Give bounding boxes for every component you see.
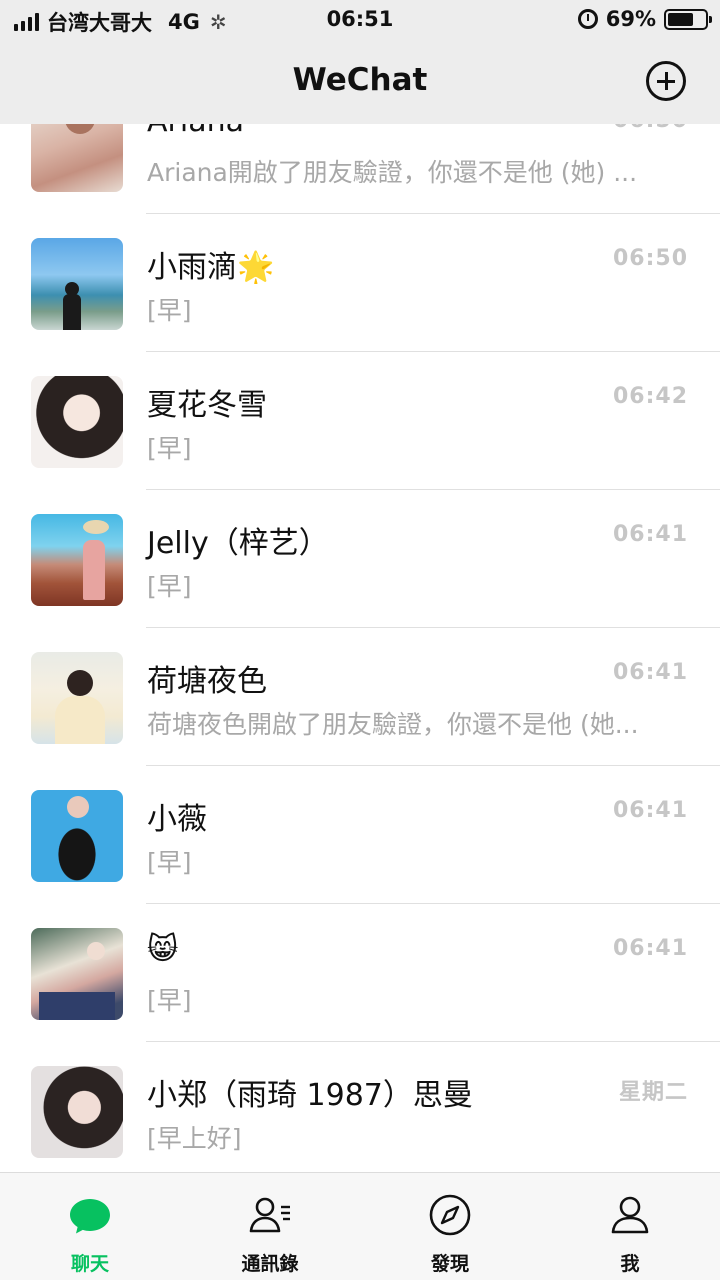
chat-bubble-icon: [70, 1199, 110, 1234]
chat-time: 06:41: [612, 660, 688, 685]
avatar: [31, 514, 123, 606]
chat-name: 小薇: [147, 802, 207, 837]
chat-preview: Ariana開啟了朋友驗證，你還不是他 (她) ...: [147, 158, 638, 187]
avatar: [31, 238, 123, 330]
chat-row[interactable]: 小薇 06:41 [早]: [0, 766, 720, 904]
contacts-icon: [249, 1197, 290, 1233]
chat-name: 夏花冬雪: [147, 388, 267, 423]
chat-preview: 荷塘夜色開啟了朋友驗證，你還不是他 (她...: [147, 710, 639, 739]
avatar: [31, 1066, 123, 1158]
chat-name: 小郑（雨琦 1987）思曼: [147, 1078, 473, 1113]
chat-time: 06:42: [612, 384, 688, 409]
avatar: [31, 790, 123, 882]
navigation-bar: WeChat: [0, 40, 720, 124]
tab-label: 通訊錄: [241, 1253, 299, 1275]
tab-me[interactable]: 我: [540, 1173, 720, 1280]
tab-label: 我: [620, 1253, 640, 1275]
avatar: [31, 124, 123, 192]
tab-label: 發現: [430, 1253, 469, 1275]
alarm-icon: [577, 9, 598, 29]
battery-percent: 69%: [605, 7, 656, 31]
wechat-screen: 台湾大哥大 4G ✲ 06:51 69% WeChat Ariana 06:50: [0, 0, 720, 1280]
avatar: [31, 376, 123, 468]
chat-row[interactable]: 夏花冬雪 06:42 [早]: [0, 352, 720, 490]
tab-discover[interactable]: 發現: [360, 1173, 540, 1280]
page-title: WeChat: [292, 62, 428, 98]
chat-row[interactable]: 小雨滴🌟 06:50 [早]: [0, 214, 720, 352]
chat-name: Jelly（梓艺）: [147, 526, 329, 561]
compass-icon: [429, 1194, 471, 1236]
avatar: [31, 652, 123, 744]
chat-time: 06:50: [612, 246, 688, 271]
person-icon: [611, 1196, 649, 1234]
chat-time: 06:50: [613, 124, 688, 133]
status-bar: 台湾大哥大 4G ✲ 06:51 69%: [0, 0, 720, 40]
chat-row[interactable]: Ariana 06:50 Ariana開啟了朋友驗證，你還不是他 (她) ...: [0, 124, 720, 214]
chat-name: Ariana: [147, 124, 244, 139]
chat-time: 06:41: [612, 522, 688, 547]
chat-row[interactable]: Jelly（梓艺） 06:41 [早]: [0, 490, 720, 628]
avatar: [31, 928, 123, 1020]
chat-name: 小雨滴🌟: [147, 250, 275, 285]
tab-chats[interactable]: 聊天: [0, 1173, 180, 1280]
status-right: 69%: [577, 7, 712, 31]
chat-row[interactable]: 小郑（雨琦 1987）思曼 星期二 [早上好]: [0, 1042, 720, 1172]
chat-preview: [早]: [147, 986, 192, 1015]
chat-preview: [早上好]: [147, 1124, 242, 1153]
tab-label: 聊天: [70, 1253, 109, 1275]
tab-contacts[interactable]: 通訊錄: [180, 1173, 360, 1280]
chat-name: 荷塘夜色: [147, 664, 267, 699]
chat-time: 星期二: [618, 1080, 688, 1105]
chat-preview: [早]: [147, 296, 192, 325]
chat-time: 06:41: [612, 798, 688, 823]
tab-bar: 聊天 通訊錄 發現 我: [0, 1172, 720, 1280]
chat-preview: [早]: [147, 572, 192, 601]
chat-row[interactable]: 😸 06:41 [早]: [0, 904, 720, 1042]
chat-preview: [早]: [147, 848, 192, 877]
chat-list[interactable]: Ariana 06:50 Ariana開啟了朋友驗證，你還不是他 (她) ...…: [0, 124, 720, 1172]
chat-time: 06:41: [612, 936, 688, 961]
chat-preview: [早]: [147, 434, 192, 463]
battery-icon: [664, 8, 712, 30]
add-plus-button[interactable]: [646, 61, 686, 101]
chat-row[interactable]: 荷塘夜色 06:41 荷塘夜色開啟了朋友驗證，你還不是他 (她...: [0, 628, 720, 766]
chat-name: 😸: [147, 932, 179, 967]
